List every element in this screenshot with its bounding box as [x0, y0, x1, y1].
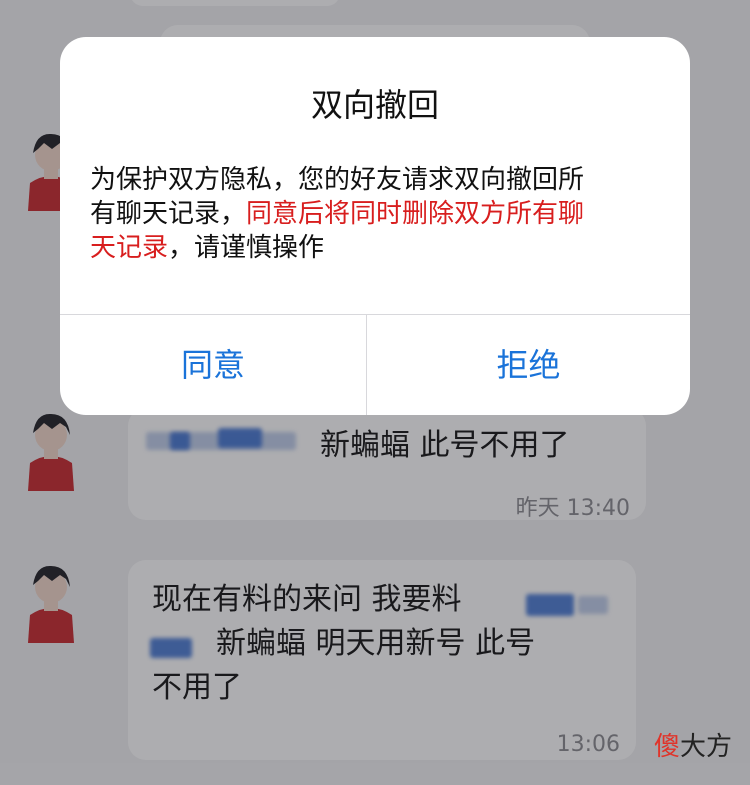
agree-button[interactable]: 同意 [60, 315, 366, 415]
dialog-message-text: ，请谨慎操作 [168, 233, 325, 263]
dialog-title: 双向撤回 [310, 86, 439, 124]
recall-dialog: 双向撤回 为保护双方隐私，您的好友请求双向撤回所 有聊天记录，同意后将同时删除双… [60, 37, 690, 415]
dialog-message-text: 有聊天记录， [90, 199, 247, 229]
watermark-accent: 傻 [653, 732, 680, 762]
dialog-warning-text: 同意后将同时删除双方所有聊 [246, 199, 585, 229]
dialog-message-line: 天记录，请谨慎操作 [90, 231, 660, 265]
dialog-message: 为保护双方隐私，您的好友请求双向撤回所 有聊天记录，同意后将同时删除双方所有聊 … [90, 163, 660, 265]
watermark: 傻大方 [654, 726, 732, 763]
watermark-text: 大方 [679, 732, 732, 762]
dialog-message-line: 为保护双方隐私，您的好友请求双向撤回所 [90, 165, 585, 195]
dialog-warning-text: 天记录 [90, 233, 169, 263]
dialog-message-line: 有聊天记录，同意后将同时删除双方所有聊 [90, 197, 660, 231]
reject-button[interactable]: 拒绝 [367, 315, 690, 415]
